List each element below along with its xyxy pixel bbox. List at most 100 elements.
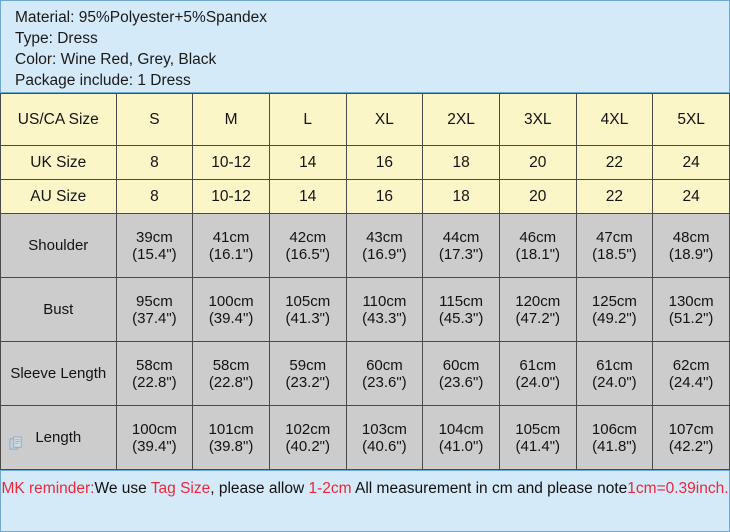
row-label-length: Length bbox=[0, 405, 117, 470]
uk-size-m: 10-12 bbox=[192, 145, 270, 180]
reminder-note-panel: MK reminder:We use Tag Size, please allo… bbox=[0, 470, 730, 532]
row-label-uk-size: UK Size bbox=[0, 145, 117, 180]
header-size-xl: XL bbox=[345, 93, 424, 146]
value-cm: 120cm bbox=[515, 292, 561, 310]
bust-2xl: 115cm (45.3") bbox=[422, 277, 500, 342]
value-inch: (47.2") bbox=[515, 309, 561, 327]
note-seg-all-measurement: All measurement in cm and please bbox=[351, 480, 598, 497]
value-inch: (42.2") bbox=[668, 437, 714, 455]
au-size-2xl: 18 bbox=[422, 179, 500, 214]
bust-3xl: 120cm (47.2") bbox=[498, 277, 577, 342]
note-seg-we-use: We use bbox=[94, 480, 151, 497]
value-inch: (16.1") bbox=[208, 245, 254, 263]
value-cm: 59cm bbox=[289, 356, 327, 374]
note-seg-note: note bbox=[597, 480, 628, 497]
value-cm: 61cm bbox=[519, 356, 557, 374]
size-chart: Material: 95%Polyester+5%Spandex Type: D… bbox=[0, 0, 730, 532]
table-row-bust: Bust 95cm (37.4") 100cm (39.4") 105cm (4… bbox=[0, 277, 730, 342]
value-cm: 101cm bbox=[208, 420, 254, 438]
value-cm: 100cm bbox=[131, 420, 177, 438]
value-inch: (23.2") bbox=[285, 373, 330, 391]
value-inch: (24.0") bbox=[592, 373, 637, 391]
uk-size-2xl: 18 bbox=[422, 145, 500, 180]
bust-4xl: 125cm (49.2") bbox=[575, 277, 654, 342]
value-inch: (22.8") bbox=[132, 373, 177, 391]
note-seg-tag-size: Tag Size bbox=[150, 480, 211, 497]
value-cm: 47cm bbox=[596, 228, 633, 246]
sleeve-length-xl: 60cm (23.6") bbox=[345, 341, 424, 406]
uk-size-5xl: 24 bbox=[652, 145, 730, 180]
sleeve-length-s: 58cm (22.8") bbox=[115, 341, 194, 406]
uk-size-s: 8 bbox=[115, 145, 194, 180]
shoulder-l: 42cm (16.5") bbox=[268, 213, 347, 278]
value-inch: (15.4") bbox=[132, 245, 177, 263]
value-inch: (22.8") bbox=[208, 373, 254, 391]
value-cm: 39cm bbox=[136, 228, 173, 246]
value-cm: 41cm bbox=[212, 228, 250, 246]
au-size-l: 14 bbox=[268, 179, 347, 214]
value-inch: (41.0") bbox=[438, 437, 484, 455]
value-cm: 115cm bbox=[439, 292, 484, 310]
value-cm: 46cm bbox=[519, 228, 557, 246]
au-size-xl: 16 bbox=[345, 179, 424, 214]
header-size-4xl: 4XL bbox=[575, 93, 654, 146]
header-size-3xl: 3XL bbox=[498, 93, 577, 146]
sleeve-length-3xl: 61cm (24.0") bbox=[498, 341, 577, 406]
note-seg-conversion: 1cm=0.39inch. bbox=[627, 480, 729, 497]
value-cm: 60cm bbox=[366, 356, 403, 374]
value-cm: 130cm bbox=[668, 292, 714, 310]
value-inch: (23.6") bbox=[362, 373, 407, 391]
table-row-au-size: AU Size 8 10-12 14 16 18 20 22 24 bbox=[0, 179, 730, 214]
header-size-5xl: 5XL bbox=[652, 93, 730, 146]
document-copy-icon bbox=[9, 435, 22, 450]
reminder-note-text: MK reminder:We use Tag Size, please allo… bbox=[1, 478, 729, 500]
value-inch: (43.3") bbox=[362, 309, 407, 327]
au-size-5xl: 24 bbox=[652, 179, 730, 214]
shoulder-3xl: 46cm (18.1") bbox=[498, 213, 577, 278]
value-cm: 58cm bbox=[136, 356, 173, 374]
header-size-2xl: 2XL bbox=[422, 93, 500, 146]
au-size-s: 8 bbox=[115, 179, 194, 214]
value-inch: (24.0") bbox=[515, 373, 561, 391]
sleeve-length-l: 59cm (23.2") bbox=[268, 341, 347, 406]
value-inch: (24.4") bbox=[668, 373, 714, 391]
value-inch: (40.2") bbox=[285, 437, 330, 455]
value-inch: (16.9") bbox=[362, 245, 407, 263]
value-inch: (17.3") bbox=[438, 245, 484, 263]
value-cm: 100cm bbox=[208, 292, 254, 310]
shoulder-2xl: 44cm (17.3") bbox=[422, 213, 500, 278]
info-line-type: Type: Dress bbox=[15, 30, 98, 47]
au-size-m: 10-12 bbox=[192, 179, 270, 214]
value-cm: 110cm bbox=[362, 292, 407, 310]
value-cm: 103cm bbox=[361, 420, 407, 438]
length-s: 100cm (39.4") bbox=[115, 405, 194, 470]
value-cm: 43cm bbox=[366, 228, 403, 246]
uk-size-xl: 16 bbox=[345, 145, 424, 180]
note-seg-tolerance: 1-2cm bbox=[308, 480, 352, 497]
value-inch: (51.2") bbox=[668, 309, 714, 327]
table-row-shoulder: Shoulder 39cm (15.4") 41cm (16.1") 42cm … bbox=[0, 213, 730, 278]
uk-size-4xl: 22 bbox=[575, 145, 654, 180]
value-cm: 102cm bbox=[285, 420, 331, 438]
value-cm: 60cm bbox=[442, 356, 480, 374]
value-cm: 58cm bbox=[212, 356, 250, 374]
value-cm: 95cm bbox=[136, 292, 173, 310]
value-cm: 42cm bbox=[289, 228, 327, 246]
row-label-length-text: Length bbox=[35, 429, 82, 446]
sleeve-length-m: 58cm (22.8") bbox=[192, 341, 270, 406]
length-2xl: 104cm (41.0") bbox=[422, 405, 500, 470]
length-l: 102cm (40.2") bbox=[268, 405, 347, 470]
value-inch: (41.4") bbox=[515, 437, 561, 455]
value-inch: (16.5") bbox=[285, 245, 330, 263]
table-row-sleeve-length: Sleeve Length 58cm (22.8") 58cm (22.8") … bbox=[0, 341, 730, 406]
row-label-shoulder: Shoulder bbox=[0, 213, 117, 278]
value-inch: (41.8") bbox=[592, 437, 637, 455]
value-inch: (39.4") bbox=[132, 437, 177, 455]
value-cm: 106cm bbox=[591, 420, 637, 438]
row-label-au-size: AU Size bbox=[0, 179, 117, 214]
bust-m: 100cm (39.4") bbox=[192, 277, 270, 342]
bust-xl: 110cm (43.3") bbox=[345, 277, 424, 342]
info-line-material: Material: 95%Polyester+5%Spandex bbox=[15, 9, 268, 26]
uk-size-l: 14 bbox=[268, 145, 347, 180]
shoulder-4xl: 47cm (18.5") bbox=[575, 213, 654, 278]
